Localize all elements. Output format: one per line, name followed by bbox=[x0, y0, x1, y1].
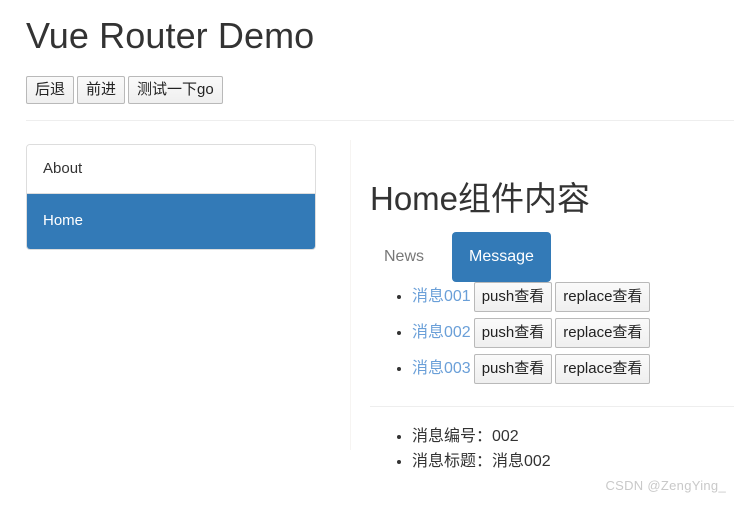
main-panel: Home组件内容 News Message 消息001push查看replace… bbox=[370, 180, 734, 475]
message-link-002[interactable]: 消息002 bbox=[412, 324, 471, 341]
push-view-button-001[interactable]: push查看 bbox=[473, 281, 553, 312]
detail-message-title: 消息标题：消息002 bbox=[412, 450, 734, 475]
tab-news[interactable]: News bbox=[370, 236, 438, 278]
app-root: Vue Router Demo 后退 前进 测试一下go About Home … bbox=[0, 0, 734, 509]
tab-message[interactable]: Message bbox=[452, 231, 551, 282]
message-link-001[interactable]: 消息001 bbox=[412, 288, 471, 305]
message-link-003[interactable]: 消息003 bbox=[412, 360, 471, 377]
replace-view-button-002[interactable]: replace查看 bbox=[555, 317, 651, 348]
list-item: 消息003push查看replace查看 bbox=[412, 353, 734, 384]
push-view-button-002[interactable]: push查看 bbox=[473, 317, 553, 348]
test-go-button[interactable]: 测试一下go bbox=[128, 76, 223, 104]
tab-bar: News Message bbox=[370, 231, 734, 282]
panel-title: Home组件内容 bbox=[370, 180, 591, 217]
sidebar-item-about[interactable]: About bbox=[27, 145, 315, 194]
header-divider bbox=[26, 120, 734, 121]
page-title: Vue Router Demo bbox=[26, 15, 315, 56]
history-button-group: 后退 前进 测试一下go bbox=[26, 76, 223, 104]
watermark: CSDN @ZengYing_ bbox=[605, 478, 726, 493]
sidebar-item-home[interactable]: Home bbox=[27, 193, 315, 249]
forward-button[interactable]: 前进 bbox=[77, 76, 126, 104]
column-divider bbox=[350, 140, 351, 450]
detail-divider bbox=[370, 405, 734, 407]
message-detail-list: 消息编号：002 消息标题：消息002 bbox=[370, 425, 734, 475]
list-item: 消息001push查看replace查看 bbox=[412, 281, 734, 312]
back-button[interactable]: 后退 bbox=[26, 76, 75, 104]
sidebar-list-group: About Home bbox=[26, 144, 316, 250]
push-view-button-003[interactable]: push查看 bbox=[473, 353, 553, 384]
list-item: 消息002push查看replace查看 bbox=[412, 317, 734, 348]
detail-message-id: 消息编号：002 bbox=[412, 425, 734, 450]
sidebar: About Home bbox=[26, 144, 316, 250]
replace-view-button-003[interactable]: replace查看 bbox=[555, 353, 651, 384]
replace-view-button-001[interactable]: replace查看 bbox=[555, 281, 651, 312]
message-list: 消息001push查看replace查看 消息002push查看replace查… bbox=[370, 281, 734, 384]
